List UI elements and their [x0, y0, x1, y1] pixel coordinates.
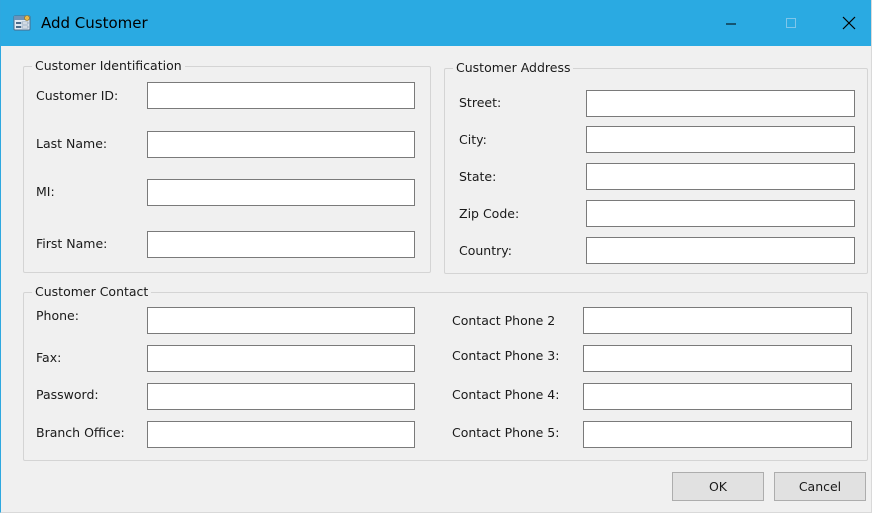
last-name-label: Last Name:	[36, 136, 108, 151]
group-title: Customer Identification	[32, 58, 185, 73]
city-label: City:	[459, 132, 487, 147]
password-label: Password:	[36, 387, 99, 402]
country-label: Country:	[459, 243, 512, 258]
phone-input[interactable]	[147, 307, 415, 334]
mi-label: MI:	[36, 184, 55, 199]
fax-label: Fax:	[36, 350, 62, 365]
street-input[interactable]	[586, 90, 855, 117]
phone-label: Phone:	[36, 308, 79, 323]
password-input[interactable]	[147, 383, 415, 410]
state-input[interactable]	[586, 163, 855, 190]
contact-phone-3-label: Contact Phone 3:	[452, 348, 560, 363]
zip-code-input[interactable]	[586, 200, 855, 227]
branch-office-input[interactable]	[147, 421, 415, 448]
contact-phone-4-label: Contact Phone 4:	[452, 387, 560, 402]
street-label: Street:	[459, 95, 502, 110]
branch-office-label: Branch Office:	[36, 425, 125, 440]
last-name-input[interactable]	[147, 131, 415, 158]
app-form-icon	[12, 13, 32, 33]
minimize-icon	[726, 23, 736, 25]
group-title: Customer Address	[453, 60, 574, 75]
mi-input[interactable]	[147, 179, 415, 206]
window-title: Add Customer	[41, 14, 148, 32]
cancel-button[interactable]: Cancel	[774, 472, 866, 501]
contact-phone-3-input[interactable]	[583, 345, 852, 372]
first-name-label: First Name:	[36, 236, 108, 251]
contact-phone-2-label: Contact Phone 2	[452, 313, 556, 328]
customer-id-label: Customer ID:	[36, 88, 119, 103]
fax-input[interactable]	[147, 345, 415, 372]
maximize-icon	[786, 18, 796, 28]
zip-code-label: Zip Code:	[459, 206, 520, 221]
state-label: State:	[459, 169, 497, 184]
first-name-input[interactable]	[147, 231, 415, 258]
customer-id-input[interactable]	[147, 82, 415, 109]
ok-button[interactable]: OK	[672, 472, 764, 501]
city-input[interactable]	[586, 126, 855, 153]
close-button[interactable]	[827, 8, 871, 38]
group-title: Customer Contact	[32, 284, 152, 299]
title-bar[interactable]: Add Customer	[1, 0, 871, 46]
maximize-button[interactable]	[769, 8, 813, 38]
contact-phone-5-label: Contact Phone 5:	[452, 425, 560, 440]
country-input[interactable]	[586, 237, 855, 264]
contact-phone-5-input[interactable]	[583, 421, 852, 448]
minimize-button[interactable]	[709, 8, 753, 38]
contact-phone-4-input[interactable]	[583, 383, 852, 410]
add-customer-dialog: Add Customer Customer Identification Cus…	[0, 0, 872, 513]
contact-phone-2-input[interactable]	[583, 307, 852, 334]
close-icon	[842, 16, 856, 30]
